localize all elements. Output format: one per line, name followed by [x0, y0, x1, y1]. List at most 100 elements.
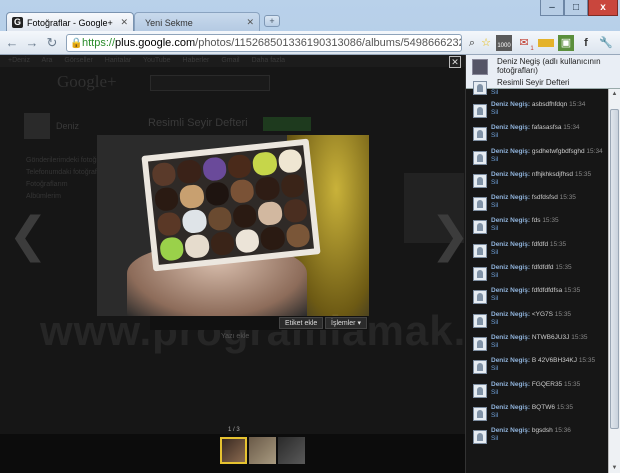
- actions-dropdown[interactable]: İşlemler ▾: [325, 317, 367, 329]
- delete-link[interactable]: Sil: [491, 295, 498, 302]
- search-input[interactable]: [150, 75, 270, 91]
- delete-link[interactable]: Sil: [491, 156, 498, 163]
- next-photo-arrow[interactable]: ❯: [430, 207, 465, 263]
- filmstrip-thumb[interactable]: [278, 437, 305, 464]
- main-photo: [97, 135, 369, 316]
- gbar-item[interactable]: Görseller: [64, 57, 92, 64]
- close-viewer-button[interactable]: ✕: [449, 56, 461, 68]
- filmstrip-thumb-active[interactable]: [220, 437, 247, 464]
- user-avatar-icon: [473, 313, 487, 328]
- message-text: asbsdfhfdqn: [531, 101, 568, 108]
- side-link: Albümlerim: [26, 193, 62, 200]
- message-text: gsdhetwfgbdfsghd: [531, 147, 585, 155]
- extension-bar-icon[interactable]: [538, 39, 554, 47]
- gbar-item[interactable]: Gmail: [221, 57, 239, 64]
- chat-scrollbar[interactable]: ▲ ▼: [608, 89, 620, 473]
- tab-new-tab[interactable]: Yeni Sekme ✕: [134, 12, 260, 32]
- message-author: Deniz Negiş:: [491, 310, 531, 318]
- gbar-item[interactable]: +Deniz: [8, 57, 30, 64]
- tab-strip: G Fotoğraflar - Google+ ✕ Yeni Sekme ✕ +…: [0, 0, 620, 32]
- gbar-item[interactable]: Haritalar: [105, 57, 131, 64]
- chat-message: Deniz Negiş: fafasasfsa 15:34 Sil: [466, 124, 608, 147]
- add-tag-button[interactable]: Etiket ekle: [279, 317, 324, 329]
- chat-message: Deniz Negiş: NTWB6JU3J 15:35 Sil: [466, 334, 608, 357]
- delete-link[interactable]: Sil: [491, 132, 498, 139]
- chat-message-list: Sil Deniz Negiş: asbsdfhfdqn 15:34 Sil Den…: [466, 81, 608, 473]
- scroll-down-icon[interactable]: ▼: [609, 463, 620, 473]
- user-avatar-icon: [473, 360, 487, 375]
- chat-message: Deniz Negiş: BQTW6 15:35 Sil: [466, 404, 608, 427]
- message-text: fdfdfdfd: [531, 264, 554, 272]
- delete-link[interactable]: Sil: [491, 272, 498, 279]
- delete-link[interactable]: Sil: [491, 342, 498, 349]
- delete-link[interactable]: Sil: [491, 109, 498, 116]
- extension-green-icon[interactable]: ▣: [558, 35, 574, 51]
- message-text: fafasasfsa: [531, 124, 562, 132]
- facebook-icon[interactable]: f: [578, 35, 594, 51]
- bookmark-star-icon[interactable]: ☆: [478, 35, 494, 51]
- maximize-button[interactable]: □: [564, 0, 588, 16]
- address-bar[interactable]: 🔒 https://plus.google.com/photos/1152685…: [66, 34, 462, 52]
- share-button: [263, 117, 311, 131]
- url-scheme: https://: [82, 37, 116, 49]
- extension-counter-icon[interactable]: 1000: [496, 35, 512, 51]
- delete-link[interactable]: Sil: [491, 389, 498, 396]
- url-host: plus.google.com: [115, 37, 196, 49]
- delete-link[interactable]: Sil: [491, 319, 498, 326]
- back-icon[interactable]: ←: [4, 35, 20, 51]
- add-caption-link[interactable]: Yazı ekle: [221, 333, 249, 340]
- delete-link[interactable]: Sil: [491, 89, 498, 96]
- user-avatar-icon: [473, 336, 487, 351]
- browser-window: G Fotoğraflar - Google+ ✕ Yeni Sekme ✕ +…: [0, 0, 620, 473]
- tab-photos[interactable]: G Fotoğraflar - Google+ ✕: [6, 12, 134, 32]
- forward-icon[interactable]: →: [24, 35, 40, 51]
- google-plus-logo: Google+: [57, 72, 117, 91]
- message-author: Deniz Negiş:: [491, 357, 531, 365]
- user-avatar-icon: [473, 173, 487, 188]
- minimize-button[interactable]: –: [540, 0, 564, 16]
- message-time: 15:35: [563, 380, 581, 388]
- delete-link[interactable]: Sil: [491, 435, 498, 442]
- chat-message: Deniz Negiş: FGQER35 15:35 Sil: [466, 381, 608, 404]
- chat-message: Deniz Negiş: <YG7S 15:35 Sil: [466, 311, 608, 334]
- tab-label: Yeni Sekme: [145, 18, 193, 28]
- chat-header-subtitle: Resimli Seyir Defteri: [497, 78, 570, 87]
- chat-message: Deniz Negiş: fds 15:35 Sil: [466, 217, 608, 240]
- message-time: 15:35: [556, 403, 574, 411]
- gbar-item[interactable]: Daha fazla: [252, 57, 285, 64]
- wrench-icon[interactable]: 🔧: [598, 35, 614, 51]
- delete-link[interactable]: Sil: [491, 202, 498, 209]
- tab-close-icon[interactable]: ✕: [246, 17, 254, 28]
- delete-link[interactable]: Sil: [491, 249, 498, 256]
- delete-link[interactable]: Sil: [491, 412, 498, 419]
- gbar-item[interactable]: Ara: [42, 57, 53, 64]
- chat-panel: Deniz Negiş (adlı kullanıcının fotoğrafl…: [465, 55, 620, 473]
- gbar-item[interactable]: YouTube: [143, 57, 171, 64]
- message-time: 15:35: [542, 217, 559, 225]
- delete-link[interactable]: Sil: [491, 225, 498, 232]
- message-author: Deniz Negiş:: [491, 124, 531, 132]
- delete-link[interactable]: Sil: [491, 365, 498, 372]
- scrollbar-thumb[interactable]: [610, 109, 619, 429]
- delete-link[interactable]: Sil: [491, 179, 498, 186]
- chat-message: Deniz Negiş: fdfdfdfd 15:35 Sil: [466, 264, 608, 287]
- reload-icon[interactable]: ↻: [44, 35, 60, 51]
- filmstrip-thumb[interactable]: [249, 437, 276, 464]
- user-avatar-icon: [473, 220, 487, 235]
- gbar-item[interactable]: Haberler: [183, 57, 210, 64]
- new-tab-button[interactable]: +: [264, 15, 280, 27]
- chat-message: Deniz Negiş: fdfdfd 15:35 Sil: [466, 241, 608, 264]
- user-avatar-icon: [473, 104, 487, 118]
- tab-close-icon[interactable]: ✕: [120, 17, 128, 28]
- list-item: Sil: [466, 81, 608, 101]
- message-text: B 42V6BH34KJ: [531, 357, 577, 365]
- previous-photo-arrow[interactable]: ❮: [8, 207, 48, 263]
- close-window-button[interactable]: x: [588, 0, 618, 16]
- message-author: Deniz Negiş:: [491, 380, 531, 388]
- user-avatar-icon: [473, 430, 487, 445]
- scroll-up-icon[interactable]: ▲: [609, 89, 620, 99]
- message-text: fdfdfd: [531, 240, 549, 248]
- chat-message: Deniz Negiş: asbsdfhfdqn 15:34 Sil: [466, 101, 608, 124]
- photo-counter: 1 / 3: [228, 427, 240, 433]
- message-time: 15:35: [555, 264, 572, 272]
